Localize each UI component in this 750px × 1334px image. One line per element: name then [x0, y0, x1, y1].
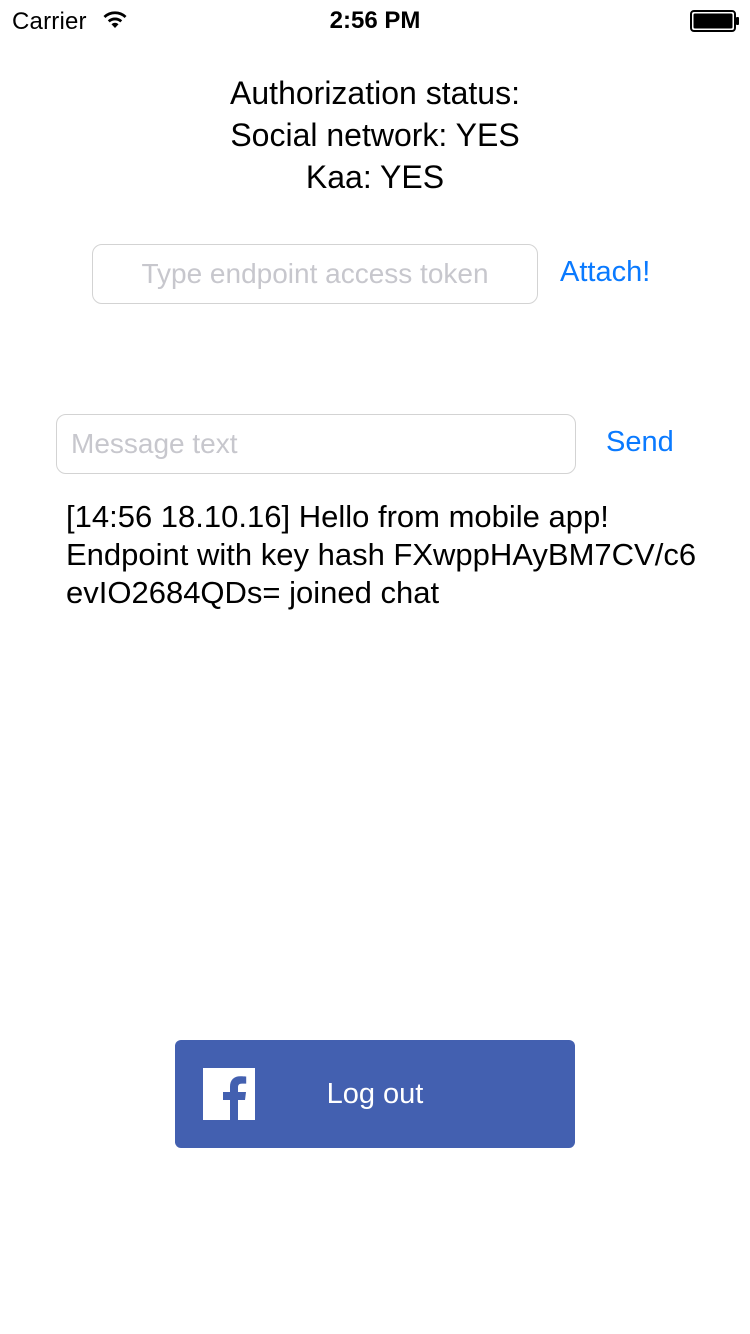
auth-status-title: Authorization status: — [230, 75, 520, 111]
kaa-status: Kaa: YES — [305, 159, 445, 195]
status-bar: Carrier 2:56 PM — [0, 0, 750, 40]
message-input[interactable] — [56, 414, 576, 474]
attach-button[interactable]: Attach! — [560, 256, 650, 289]
battery-full-icon — [690, 10, 739, 32]
chat-log: [14:56 18.10.16] Hello from mobile app! … — [66, 498, 706, 612]
endpoint-token-input[interactable] — [92, 244, 538, 304]
facebook-button-label: Log out — [326, 1078, 424, 1110]
chat-message: Endpoint with key hash FXwppHAyBM7CV/c6e… — [66, 537, 697, 610]
authorization-status: Authorization status: Social network: YE… — [0, 72, 750, 198]
social-network-status: Social network: YES — [230, 117, 520, 153]
chat-message: [14:56 18.10.16] Hello from mobile app! — [66, 499, 609, 534]
send-button[interactable]: Send — [606, 426, 674, 459]
status-time: 2:56 PM — [329, 7, 421, 34]
app-screen: Carrier 2:56 PM Authorization status: So… — [0, 0, 750, 1334]
facebook-logout-button[interactable]: Log out — [175, 1040, 575, 1148]
